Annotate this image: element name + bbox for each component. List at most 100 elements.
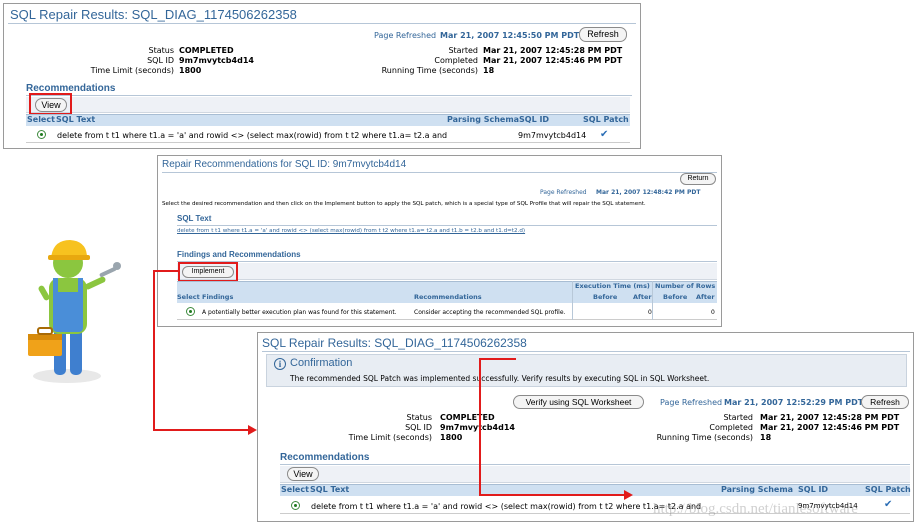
started-value: Mar 21, 2007 12:45:28 PM PDT (760, 413, 900, 422)
callout-line-vertical (479, 358, 481, 495)
info-icon: i (274, 358, 286, 370)
page-refreshed-value: Mar 21, 2007 12:45:50 PM PDT (440, 31, 580, 40)
time-limit-value: 1800 (440, 433, 463, 442)
col-execution-time: Execution Time (ms) (575, 282, 650, 290)
completed-value: Mar 21, 2007 12:45:46 PM PDT (760, 423, 900, 432)
table-toolbar (177, 263, 717, 280)
col-sql-id: SQL ID (519, 115, 550, 124)
col-select: Select (27, 115, 55, 124)
confirmation-heading: Confirmation (290, 357, 353, 369)
watermark: http://blog.csdn.net/tianlesoftware (653, 501, 858, 517)
row-select-radio[interactable] (37, 130, 46, 139)
callout-line-bottom (479, 494, 625, 496)
row-sql-text: delete from t t1 where t1.a = 'a' and ro… (57, 131, 447, 140)
verify-sql-worksheet-button[interactable]: Verify using SQL Worksheet (513, 395, 644, 409)
running-time-value: 18 (483, 66, 495, 75)
row-select-radio[interactable] (291, 501, 300, 510)
recommendations-heading: Recommendations (280, 452, 370, 463)
row-sql-id: 9m7mvytcb4d14 (518, 131, 587, 140)
status-label: Status (148, 46, 175, 55)
col-sql-patch: SQL Patch (583, 115, 629, 124)
worker-illustration-icon (28, 240, 121, 383)
page-refreshed-label: Page Refreshed (540, 189, 587, 196)
sql-text-divider (177, 225, 717, 226)
table-toolbar (26, 97, 630, 113)
status-value: COMPLETED (440, 413, 495, 422)
connector-arrowhead-icon (248, 425, 257, 435)
row-sql-text: delete from t t1 where t1.a = 'a' and ro… (311, 502, 703, 511)
findings-divider (177, 261, 717, 262)
view-button[interactable]: View (287, 467, 319, 481)
sql-id-label: SQL ID (405, 423, 432, 432)
status-value: COMPLETED (179, 46, 234, 55)
section-divider (26, 95, 632, 96)
sql-id-label: SQL ID (147, 56, 174, 65)
page-refreshed-value: Mar 21, 2007 12:52:29 PM PDT (724, 398, 864, 407)
connector-line-bottom (153, 429, 249, 431)
page-refreshed-label: Page Refreshed (374, 31, 437, 40)
col-rows-after: After (696, 293, 715, 301)
time-limit-value: 1800 (179, 66, 202, 75)
implement-highlight (178, 262, 238, 282)
return-button[interactable]: Return (680, 173, 716, 185)
row-recommendation: Consider accepting the recommended SQL p… (414, 309, 566, 316)
title-divider (262, 351, 910, 352)
title-divider (162, 172, 717, 173)
page-title: SQL Repair Results: SQL_DIAG_11745062623… (262, 336, 527, 350)
running-time-value: 18 (760, 433, 772, 442)
col-sql-text: SQL Text (56, 115, 96, 124)
view-highlight (29, 93, 72, 115)
col-exec-after: After (633, 293, 652, 301)
time-limit-label: Time Limit (seconds) (90, 66, 174, 75)
sql-repair-results-panel-1: SQL Repair Results: SQL_DIAG_11745062623… (3, 3, 641, 149)
sql-id-value: 9m7mvytcb4d14 (440, 423, 515, 432)
sql-patch-check-icon: ✔ (600, 129, 609, 140)
status-label: Status (406, 413, 433, 422)
col-parsing-schema: Parsing Schema (447, 115, 520, 124)
column-divider (572, 281, 573, 320)
connector-line-top (153, 270, 178, 272)
callout-line-top (479, 358, 516, 360)
running-time-label: Running Time (seconds) (381, 66, 478, 75)
repair-recommendations-panel: Repair Recommendations for SQL ID: 9m7mv… (157, 155, 722, 327)
row-rows-after: 0 (711, 309, 715, 316)
sql-patch-check-icon: ✔ (884, 499, 893, 510)
time-limit-label: Time Limit (seconds) (348, 433, 432, 442)
col-select: Select (281, 485, 309, 494)
col-select: Select (177, 293, 200, 301)
section-divider (280, 464, 910, 465)
col-sql-text: SQL Text (310, 485, 350, 494)
column-divider (652, 281, 653, 320)
col-sql-patch: SQL Patch (865, 485, 911, 494)
started-label: Started (448, 46, 478, 55)
col-findings: Findings (202, 293, 234, 301)
col-rows-before: Before (663, 293, 688, 301)
findings-heading: Findings and Recommendations (177, 250, 301, 259)
page-refreshed-value: Mar 21, 2007 12:48:42 PM PDT (596, 189, 701, 196)
col-parsing-schema: Parsing Schema (721, 485, 794, 494)
row-select-radio[interactable] (186, 307, 195, 316)
page-title: Repair Recommendations for SQL ID: 9m7mv… (162, 159, 407, 170)
sql-id-value: 9m7mvytcb4d14 (179, 56, 254, 65)
running-time-label: Running Time (seconds) (656, 433, 753, 442)
col-exec-before: Before (593, 293, 618, 301)
started-label: Started (723, 413, 753, 422)
col-number-of-rows: Number of Rows (655, 282, 716, 290)
started-value: Mar 21, 2007 12:45:28 PM PDT (483, 46, 623, 55)
sql-text-link[interactable]: delete from t t1 where t1.a = 'a' and ro… (177, 228, 525, 234)
callout-arrowhead-icon (624, 490, 633, 500)
completed-value: Mar 21, 2007 12:45:46 PM PDT (483, 56, 623, 65)
completed-label: Completed (434, 56, 478, 65)
title-divider (8, 23, 636, 24)
completed-label: Completed (709, 423, 753, 432)
page-refreshed-label: Page Refreshed (660, 398, 723, 407)
refresh-button[interactable]: Refresh (579, 27, 627, 42)
connector-line-vertical (153, 271, 155, 430)
instructions-text: Select the desired recommendation and th… (162, 201, 646, 207)
sql-text-heading: SQL Text (177, 214, 212, 223)
refresh-button[interactable]: Refresh (861, 395, 909, 409)
col-recommendations: Recommendations (414, 293, 482, 301)
col-sql-id: SQL ID (798, 485, 829, 494)
row-finding: A potentially better execution plan was … (202, 309, 397, 316)
table-toolbar (280, 466, 910, 483)
